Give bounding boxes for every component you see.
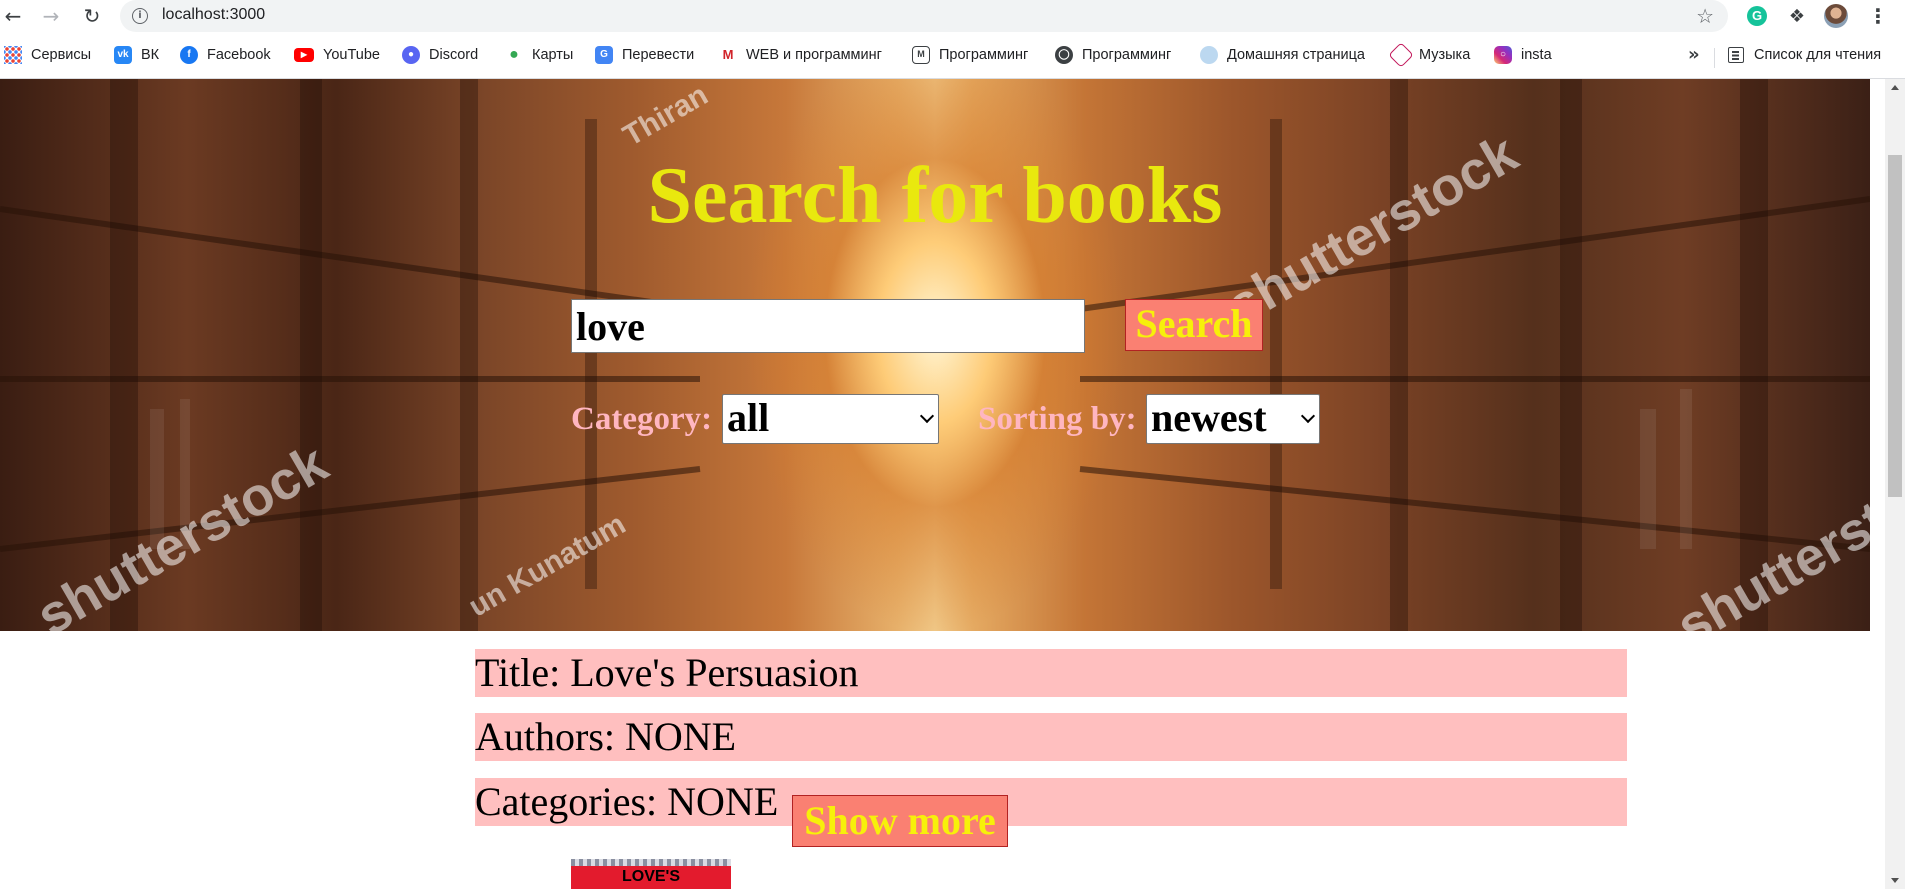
bookmarks-overflow-button[interactable]: » (1688, 44, 1700, 65)
bookmark-programming-1[interactable]: M Программинг (912, 44, 1028, 66)
vk-icon: vk (114, 46, 132, 64)
bookmark-label: WEB и программинг (746, 47, 882, 63)
cover-decoration (571, 859, 731, 866)
bookmark-label: insta (1521, 47, 1552, 63)
bookmark-services[interactable]: Сервисы (4, 44, 91, 66)
profile-avatar[interactable] (1823, 3, 1849, 29)
discord-icon: ● (402, 46, 420, 64)
bookmark-youtube[interactable]: ▶ YouTube (294, 44, 380, 66)
page-title: Search for books (647, 152, 1223, 240)
scrollbar-thumb[interactable] (1888, 155, 1902, 497)
category-selected-value: all (727, 395, 770, 440)
page-viewport: shutterstock shutterstock shutterstock T… (0, 79, 1905, 889)
bookmark-music[interactable]: Музыка (1388, 42, 1471, 68)
chevron-down-icon (1300, 408, 1316, 424)
category-select[interactable]: all (722, 394, 939, 444)
bookmark-insta[interactable]: ○ insta (1494, 44, 1552, 66)
youtube-icon: ▶ (294, 48, 314, 62)
site-info-icon[interactable]: i (132, 8, 148, 24)
bookmark-label: Домашняя страница (1227, 47, 1365, 63)
bookmark-label: Музыка (1419, 47, 1471, 63)
bookmark-label: Discord (429, 47, 479, 63)
reading-list-icon (1728, 47, 1744, 63)
bookmark-web-programming[interactable]: M WEB и программинг (719, 44, 882, 66)
bookmark-star-icon[interactable]: ☆ (1696, 4, 1714, 28)
reading-list-button[interactable]: Список для чтения (1728, 44, 1881, 66)
reading-list-label: Список для чтения (1754, 47, 1882, 63)
reload-icon[interactable]: ↻ (79, 4, 105, 28)
bookmarks-bar: Сервисы vk ВК f Facebook ▶ YouTube ● Dis… (0, 32, 1905, 79)
extensions-puzzle-icon[interactable]: ❖ (1784, 3, 1810, 29)
category-label: Category: (571, 401, 713, 437)
bookmark-label: Программинг (1082, 47, 1172, 63)
search-button[interactable]: Search (1125, 299, 1263, 351)
sorting-select[interactable]: newest (1146, 394, 1320, 444)
address-url[interactable]: localhost:3000 (162, 6, 265, 24)
result-title: Title: Love's Persuasion (475, 649, 1627, 697)
bookmark-translate[interactable]: G Перевести (595, 44, 694, 66)
scroll-down-arrow-icon[interactable] (1891, 878, 1899, 883)
bookmark-label: Программинг (939, 47, 1029, 63)
browser-toolbar: ← → ↻ i localhost:3000 ☆ G ❖ ⋮ (0, 0, 1905, 32)
result-categories: Categories: NONE (475, 778, 1627, 826)
globe-icon: ◯ (1055, 46, 1073, 64)
apps-grid-icon (4, 46, 22, 64)
bookmark-vk[interactable]: vk ВК (114, 44, 159, 66)
bookmark-programming-2[interactable]: ◯ Программинг (1055, 44, 1171, 66)
sorting-selected-value: newest (1151, 395, 1267, 440)
gmail-icon: M (912, 46, 930, 64)
scroll-up-arrow-icon[interactable] (1891, 85, 1899, 90)
web-dev-icon: M (722, 47, 734, 62)
music-icon (1388, 42, 1414, 68)
bookmark-home-page[interactable]: Домашняя страница (1200, 44, 1365, 66)
hero-banner: shutterstock shutterstock shutterstock T… (0, 79, 1870, 631)
result-authors: Authors: NONE (475, 713, 1627, 761)
maps-pin-icon: ● (509, 46, 519, 63)
bookmark-label: Facebook (207, 47, 271, 63)
cover-title-text: LOVE'S (621, 868, 681, 885)
home-page-icon (1200, 46, 1218, 64)
instagram-icon: ○ (1494, 46, 1512, 64)
address-bar[interactable]: i localhost:3000 ☆ (120, 0, 1728, 32)
sorting-label: Sorting by: (978, 401, 1137, 437)
bookmark-label: YouTube (323, 47, 380, 63)
bookmark-label: Перевести (622, 47, 695, 63)
bookmark-label: Сервисы (31, 47, 92, 63)
back-arrow-icon[interactable]: ← (0, 4, 26, 28)
browser-menu-icon[interactable]: ⋮ (1865, 3, 1891, 29)
chevron-down-icon (919, 408, 935, 424)
search-input[interactable] (571, 299, 1085, 353)
bookmark-facebook[interactable]: f Facebook (180, 44, 271, 66)
translate-icon: G (595, 46, 613, 64)
bookmarks-divider (1714, 48, 1715, 68)
grammarly-extension-icon[interactable]: G (1744, 3, 1770, 29)
bookmark-label: Карты (532, 47, 574, 63)
bookmark-discord[interactable]: ● Discord (402, 44, 478, 66)
book-cover-image: LOVE'S (571, 859, 731, 889)
page-scrollbar[interactable] (1885, 79, 1905, 889)
bookmark-label: ВК (141, 47, 160, 63)
bookmark-maps[interactable]: ● Карты (505, 44, 573, 66)
forward-arrow-icon[interactable]: → (38, 4, 64, 28)
facebook-icon: f (180, 46, 198, 64)
show-more-button[interactable]: Show more (792, 795, 1008, 847)
